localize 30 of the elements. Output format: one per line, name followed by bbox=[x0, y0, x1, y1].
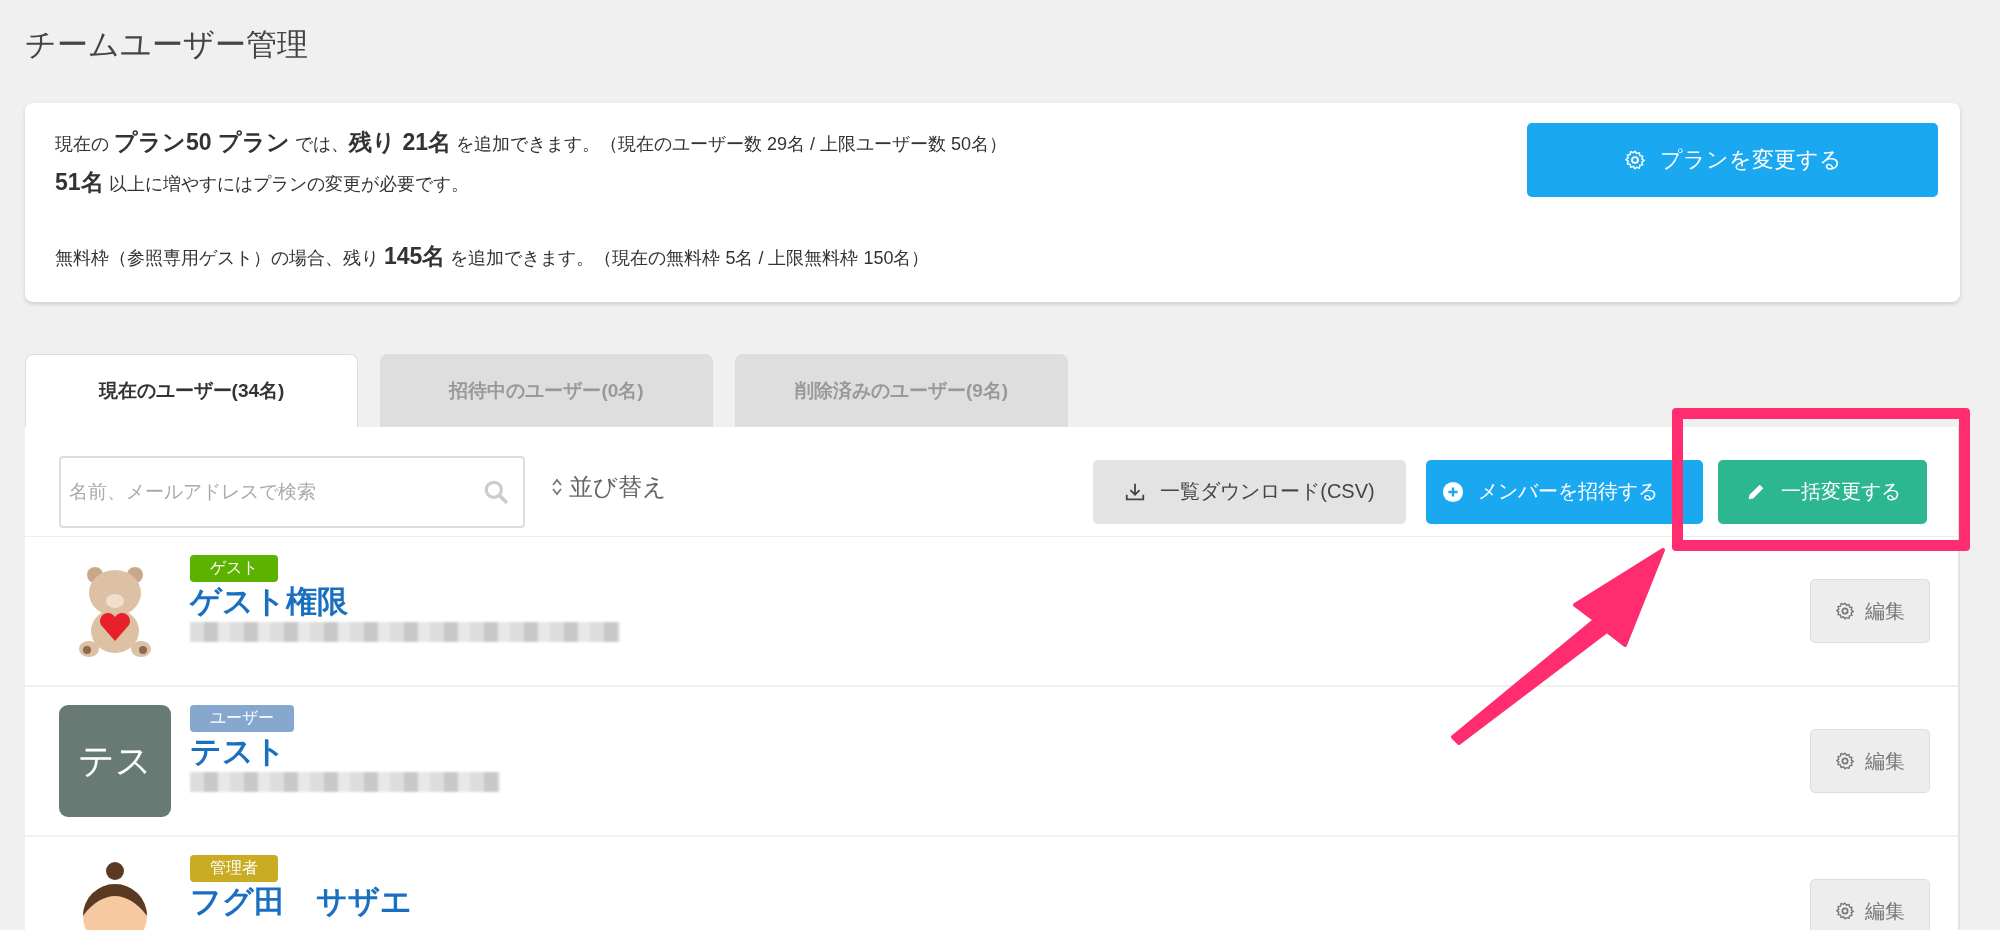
edit-button[interactable]: 編集 bbox=[1810, 729, 1930, 793]
sort-icon bbox=[551, 476, 563, 497]
settings-icon bbox=[1835, 601, 1855, 621]
role-badge: ユーザー bbox=[190, 705, 294, 732]
role-badge: 管理者 bbox=[190, 855, 278, 882]
change-plan-button[interactable]: プランを変更する bbox=[1527, 123, 1938, 197]
role-badge: ゲスト bbox=[190, 555, 278, 582]
plus-icon bbox=[1442, 480, 1464, 503]
settings-icon bbox=[1623, 149, 1646, 171]
download-button[interactable]: 一覧ダウンロード(CSV) bbox=[1093, 459, 1406, 524]
initials-avatar: テス bbox=[59, 705, 171, 817]
sort-button[interactable]: 並び替え bbox=[545, 469, 673, 504]
edit-button[interactable]: 編集 bbox=[1810, 879, 1930, 930]
settings-icon bbox=[1835, 751, 1855, 771]
tab[interactable]: 招待中のユーザー(0名) bbox=[380, 354, 713, 427]
plan-info-text: 現在の プラン50 プラン では、残り 21名 を追加できます。（現在のユーザー数 29名 / 上限ユーザー数 50名） bbox=[55, 128, 1009, 157]
settings-icon bbox=[1835, 901, 1855, 921]
tab[interactable]: 現在のユーザー(34名) bbox=[25, 354, 358, 427]
user-name-link[interactable]: ゲスト権限 bbox=[190, 584, 348, 620]
bulk-edit-button[interactable]: 一括変更する bbox=[1718, 459, 1927, 524]
invite-button[interactable]: メンバーを招待する bbox=[1426, 459, 1703, 524]
search-field[interactable]: 名前、メールアドレスで検索 bbox=[59, 455, 525, 528]
page-title: チームユーザー管理 bbox=[25, 26, 309, 64]
plan-info-text: 51名 以上に増やすにはプランの変更が必要です。 bbox=[55, 168, 470, 197]
edit-button[interactable]: 編集 bbox=[1810, 579, 1930, 643]
user-name-link[interactable]: フグ田 サザエ bbox=[190, 884, 412, 920]
tab[interactable]: 削除済みのユーザー(9名) bbox=[735, 354, 1068, 427]
user-name-link[interactable]: テスト bbox=[190, 734, 286, 770]
search-icon bbox=[483, 478, 509, 505]
plan-info-text: 無料枠（参照専用ゲスト）の場合、残り 145名 を追加できます。（現在の無料枠 5名 / 上限無料枠 150名） bbox=[55, 242, 931, 271]
